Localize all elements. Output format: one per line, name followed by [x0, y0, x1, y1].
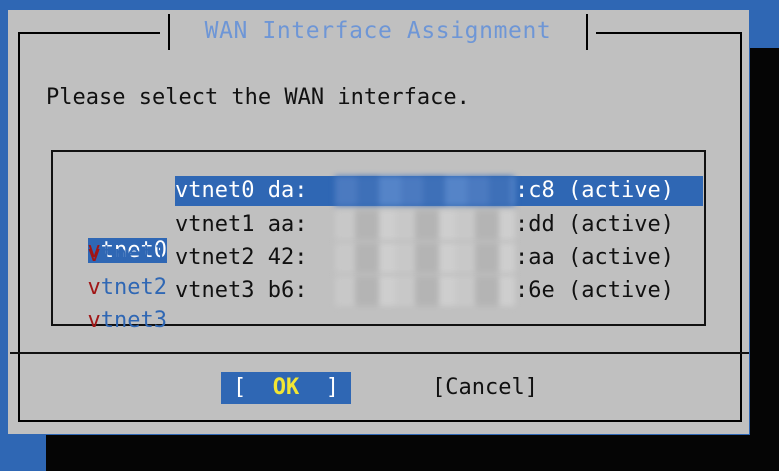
interface-status: :c8 (active) — [515, 176, 674, 206]
interface-key-rest: tnet3 — [100, 308, 167, 333]
mac-prefix: vtnet1 aa: — [175, 212, 308, 237]
mac-suffix-status: :aa (active) — [515, 245, 674, 270]
frame-top-left — [18, 32, 160, 34]
frame-bottom — [18, 420, 742, 422]
hotkey-letter: v — [87, 308, 101, 333]
mac-prefix: vtnet3 b6: — [175, 278, 308, 303]
redacted-mac — [335, 243, 515, 273]
ok-button[interactable]: [ OK ] — [221, 372, 351, 404]
dialog-title: WAN Interface Assignment — [204, 18, 552, 44]
redacted-mac — [335, 210, 515, 240]
cancel-button[interactable]: [Cancel] — [432, 372, 538, 404]
mac-prefix: vtnet2 42: — [175, 245, 308, 270]
button-separator — [10, 352, 749, 354]
redacted-mac — [335, 276, 515, 306]
interface-key: vtnet3 — [88, 308, 167, 333]
redacted-mac — [335, 176, 515, 206]
ok-bracket-open: [ — [233, 375, 247, 400]
frame-top-right — [596, 32, 742, 34]
mac-prefix: vtnet0 da: — [175, 178, 308, 203]
dialog-shadow-bottom — [46, 435, 779, 471]
dialog-title-box: WAN Interface Assignment — [160, 14, 596, 50]
mac-suffix-status: :c8 (active) — [515, 178, 674, 203]
ok-label: OK — [272, 375, 300, 400]
mac-suffix-status: :dd (active) — [515, 212, 674, 237]
interface-description: vtnet0 da: — [175, 176, 307, 206]
dialog-prompt: Please select the WAN interface. — [46, 85, 470, 110]
frame-left — [18, 32, 20, 422]
ok-bracket-close: ] — [325, 375, 339, 400]
mac-suffix-status: :6e (active) — [515, 278, 674, 303]
frame-right — [740, 32, 742, 422]
dialog-shadow-right — [750, 48, 779, 471]
